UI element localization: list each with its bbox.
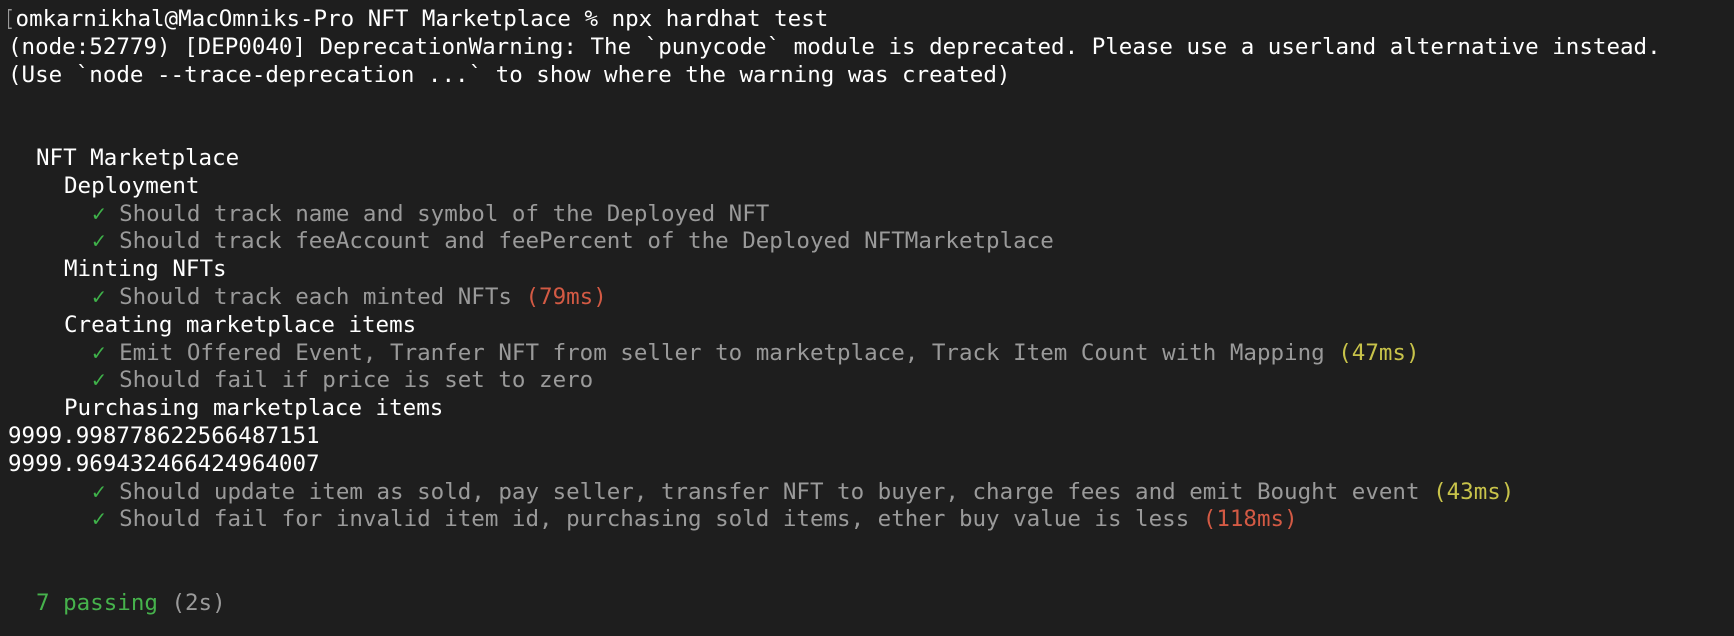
test-name: Should update item as sold, pay seller, … xyxy=(119,478,1420,505)
test-duration: (118ms) xyxy=(1202,506,1298,533)
check-icon: ✓ xyxy=(92,339,106,366)
check-icon: ✓ xyxy=(92,506,106,533)
group-title: Purchasing marketplace items xyxy=(64,395,444,422)
summary-line: 7 passing (2s) xyxy=(8,590,1734,618)
console-log: 9999.998778622566487151 xyxy=(8,422,320,449)
test-result: ✓ Emit Offered Event, Tranfer NFT from s… xyxy=(8,340,1734,368)
test-name: Should track each minted NFTs xyxy=(119,283,512,310)
prompt-line: [omkarnikhal@MacOmniks-Pro NFT Marketpla… xyxy=(8,6,1734,34)
check-icon: ✓ xyxy=(92,478,106,505)
test-name: Should fail if price is set to zero xyxy=(119,367,594,394)
test-result: ✓ Should track name and symbol of the De… xyxy=(8,201,1734,229)
deprecation-warning: (node:52779) [DEP0040] DeprecationWarnin… xyxy=(8,33,1661,60)
console-log: 9999.969432466424964007 xyxy=(8,450,320,477)
cursor-mark: [ xyxy=(8,6,16,32)
test-duration: (43ms) xyxy=(1433,478,1515,505)
test-result: ✓ Should track feeAccount and feePercent… xyxy=(8,228,1734,256)
check-icon: ✓ xyxy=(92,283,106,310)
suite-title: NFT Marketplace xyxy=(36,144,240,171)
group-title: Creating marketplace items xyxy=(64,311,417,338)
test-result: ✓ Should fail if price is set to zero xyxy=(8,367,1734,395)
check-icon: ✓ xyxy=(92,200,106,227)
test-duration: (47ms) xyxy=(1338,339,1420,366)
trace-hint: (Use `node --trace-deprecation ...` to s… xyxy=(8,61,1011,88)
test-name: Should fail for invalid item id, purchas… xyxy=(119,506,1190,533)
test-result: ✓ Should update item as sold, pay seller… xyxy=(8,479,1734,507)
check-icon: ✓ xyxy=(92,228,106,255)
test-duration: (79ms) xyxy=(525,283,607,310)
check-icon: ✓ xyxy=(92,367,106,394)
command-text: omkarnikhal@MacOmniks-Pro NFT Marketplac… xyxy=(15,6,829,32)
terminal-window[interactable]: [omkarnikhal@MacOmniks-Pro NFT Marketpla… xyxy=(0,0,1734,636)
test-result: ✓ Should fail for invalid item id, purch… xyxy=(8,506,1734,534)
test-name: Emit Offered Event, Tranfer NFT from sel… xyxy=(119,339,1325,366)
group-title: Deployment xyxy=(64,172,200,199)
test-name: Should track name and symbol of the Depl… xyxy=(119,200,770,227)
test-name: Should track feeAccount and feePercent o… xyxy=(119,228,1054,255)
passing-count: 7 passing xyxy=(36,589,158,616)
group-title: Minting NFTs xyxy=(64,256,227,283)
total-duration: (2s) xyxy=(171,589,226,616)
test-result: ✓ Should track each minted NFTs (79ms) xyxy=(8,284,1734,312)
